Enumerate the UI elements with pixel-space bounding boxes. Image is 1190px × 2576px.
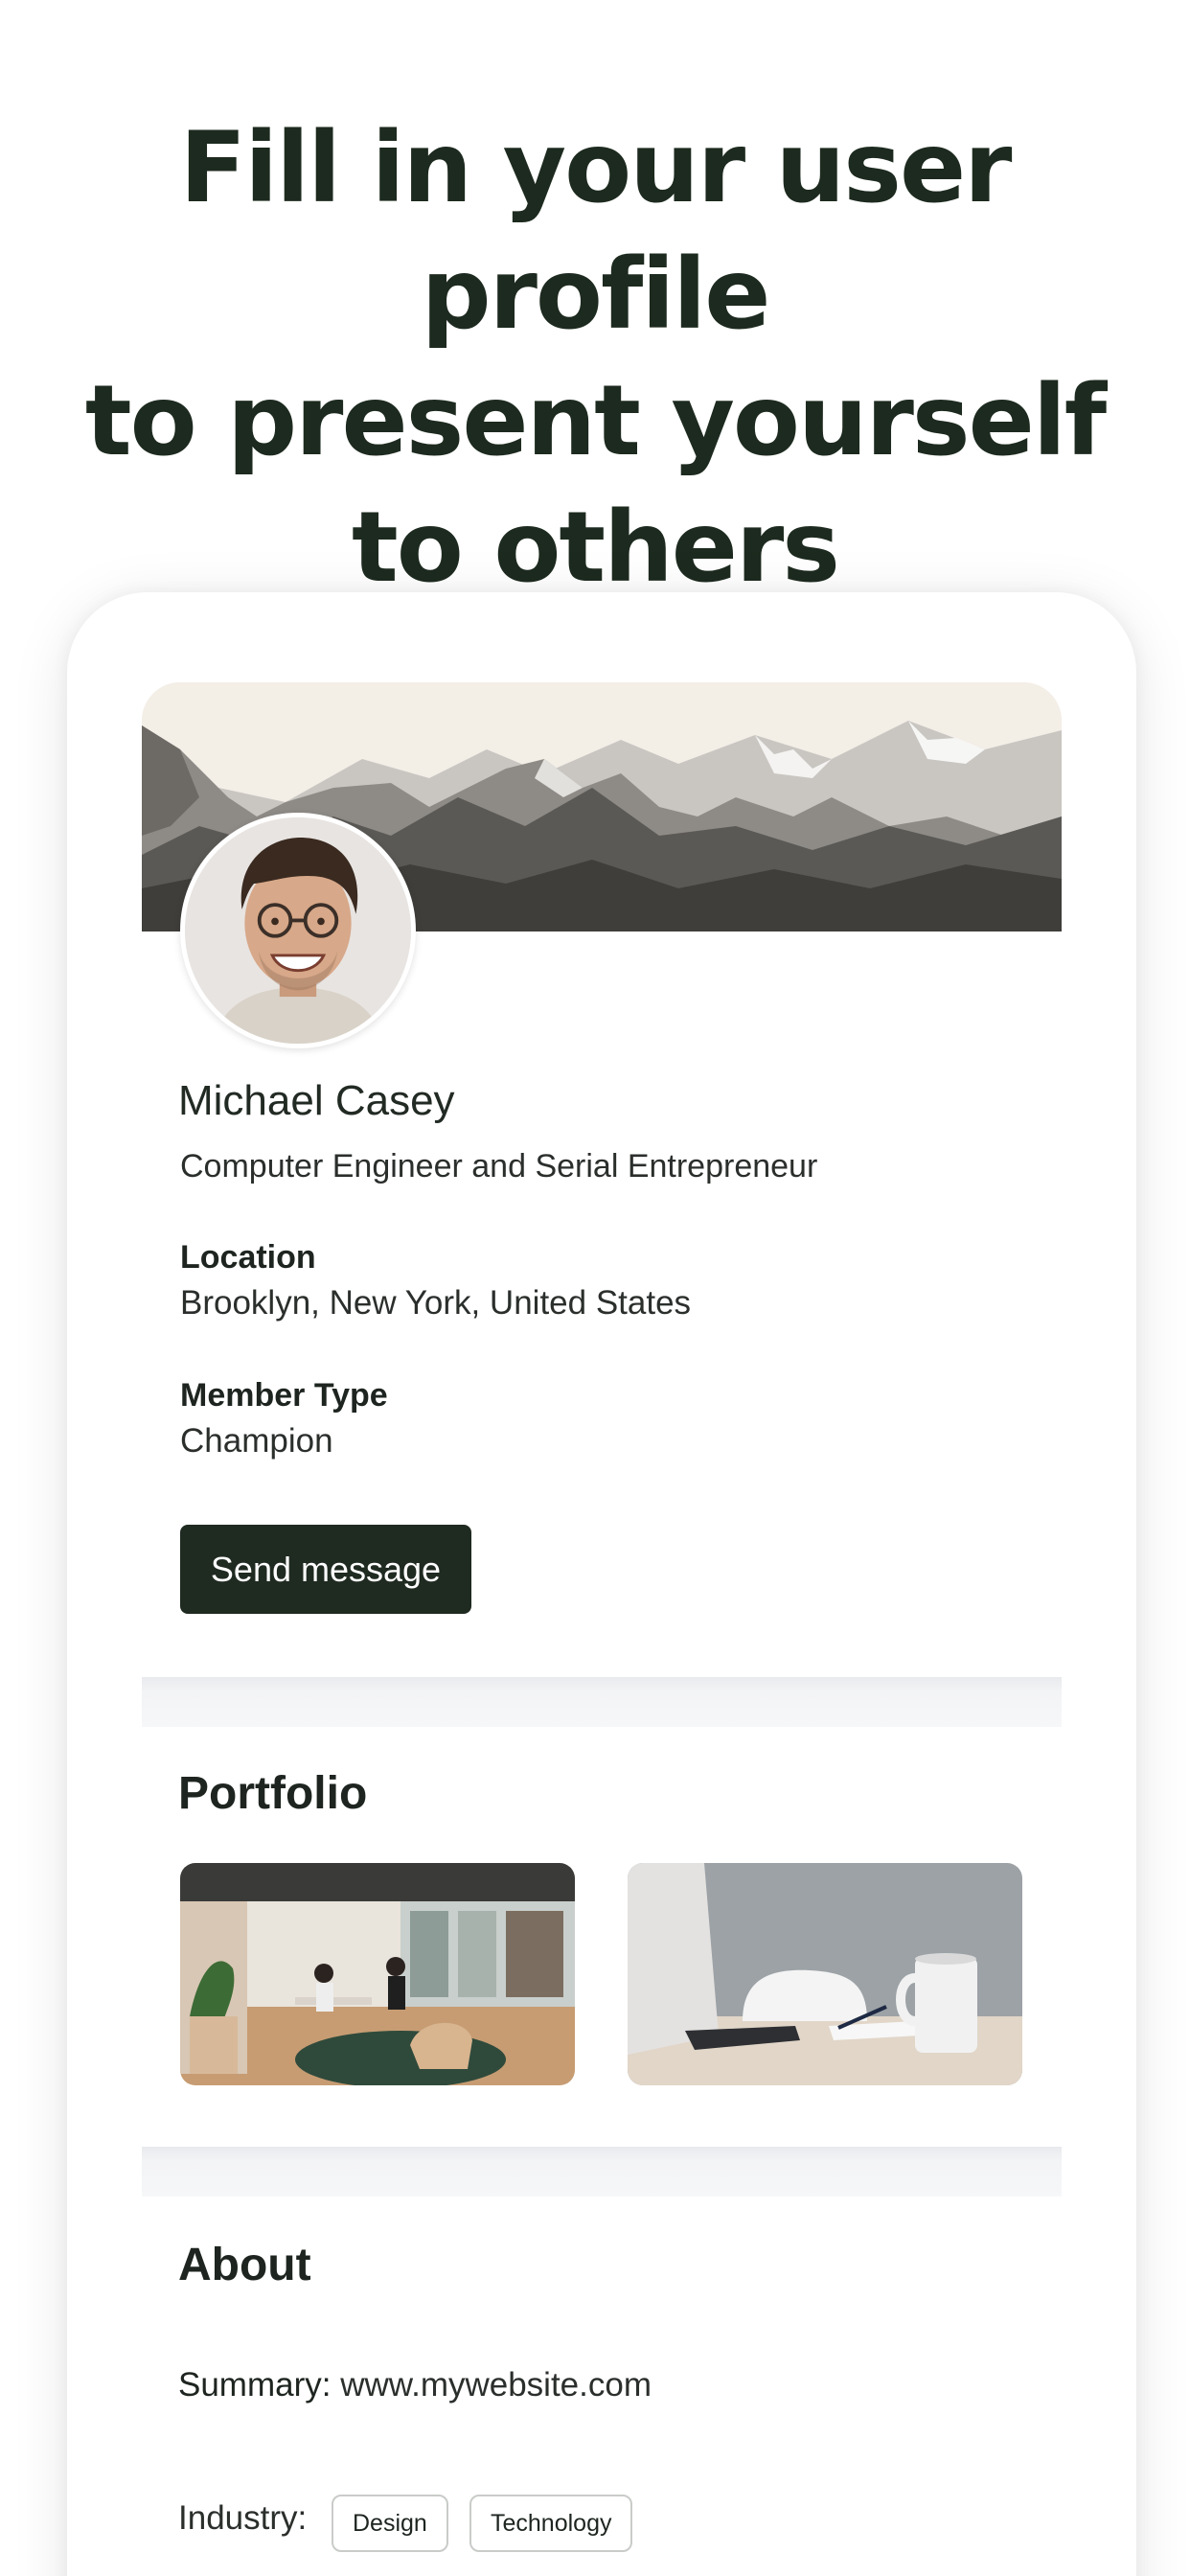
profile-avatar[interactable] xyxy=(180,813,416,1048)
location-value: Brooklyn, New York, United States xyxy=(180,1284,692,1322)
industry-label: Industry: xyxy=(178,2499,308,2537)
portfolio-image-office[interactable] xyxy=(180,1863,575,2085)
headline-line-1: Fill in your user profile xyxy=(179,111,1013,352)
summary-value[interactable]: www.mywebsite.com xyxy=(340,2366,652,2404)
member-type-value: Champion xyxy=(180,1422,333,1460)
location-label: Location xyxy=(180,1239,316,1276)
industry-tag-design[interactable]: Design xyxy=(332,2495,448,2552)
summary-label: Summary: xyxy=(178,2366,332,2404)
about-heading: About xyxy=(178,2240,311,2290)
portfolio-image-desk[interactable] xyxy=(628,1863,1022,2085)
industry-tag-technology[interactable]: Technology xyxy=(469,2495,633,2552)
headline-line-2: to present yourself xyxy=(84,364,1107,478)
member-type-label: Member Type xyxy=(180,1377,388,1414)
profile-title: Computer Engineer and Serial Entrepreneu… xyxy=(180,1148,818,1184)
onboarding-headline: Fill in your user profile to present you… xyxy=(0,105,1190,611)
portfolio-heading: Portfolio xyxy=(178,1768,368,1819)
profile-name: Michael Casey xyxy=(178,1077,455,1124)
section-divider xyxy=(142,2147,1062,2196)
summary-row: Summary: www.mywebsite.com xyxy=(178,2366,652,2404)
section-divider xyxy=(142,1677,1062,1727)
send-message-button[interactable]: Send message xyxy=(180,1525,471,1614)
